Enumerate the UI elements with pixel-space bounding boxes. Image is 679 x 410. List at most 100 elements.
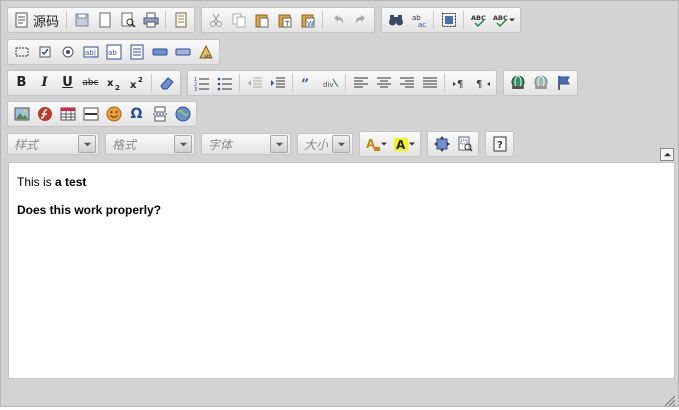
- separator: [322, 11, 324, 29]
- scayt-icon: ABC: [493, 14, 508, 28]
- eraser-icon: [159, 77, 174, 90]
- radio-icon: [62, 46, 73, 58]
- special-char-button[interactable]: Ω: [126, 104, 147, 124]
- checkbox-button[interactable]: [34, 42, 55, 62]
- style-combo-label: 样式: [14, 137, 39, 152]
- resize-handle[interactable]: [663, 391, 676, 407]
- background-color-button[interactable]: A: [391, 134, 417, 154]
- superscript-icon: x2: [130, 76, 143, 91]
- remove-format-button[interactable]: [156, 73, 177, 93]
- strike-button[interactable]: abc: [80, 73, 101, 93]
- svg-text:div: div: [323, 81, 334, 89]
- form-button[interactable]: [11, 42, 32, 62]
- source-button[interactable]: 源码: [11, 10, 62, 30]
- radio-button[interactable]: [57, 42, 78, 62]
- create-div-button[interactable]: div: [320, 73, 341, 93]
- horizontal-rule-icon: [83, 107, 98, 121]
- bold-button[interactable]: B: [11, 73, 32, 93]
- paste-text-button[interactable]: T: [274, 10, 295, 30]
- redo-button[interactable]: [350, 10, 371, 30]
- align-right-button[interactable]: [396, 73, 417, 93]
- superscript-button[interactable]: x2: [126, 73, 147, 93]
- select-button[interactable]: [126, 42, 147, 62]
- image-button[interactable]: [11, 104, 32, 124]
- italic-button[interactable]: I: [34, 73, 55, 93]
- find-button[interactable]: [385, 10, 406, 30]
- underline-button[interactable]: U: [57, 73, 78, 93]
- paste-word-button[interactable]: W: [297, 10, 318, 30]
- source-icon: [15, 12, 28, 28]
- content-paragraph-1: This is a test: [17, 175, 666, 189]
- blockquote-button[interactable]: ”: [297, 73, 318, 93]
- maximize-button[interactable]: [431, 134, 452, 154]
- textarea-button[interactable]: ab: [103, 42, 124, 62]
- flag-icon: [557, 76, 570, 90]
- align-left-button[interactable]: [350, 73, 371, 93]
- chevron-up-icon: [663, 152, 671, 157]
- button-button[interactable]: [149, 42, 170, 62]
- new-page-button[interactable]: [94, 10, 115, 30]
- style-combo[interactable]: 样式: [7, 133, 99, 155]
- copy-button[interactable]: [228, 10, 249, 30]
- smiley-button[interactable]: [103, 104, 124, 124]
- group-colors: A A: [359, 131, 421, 157]
- anchor-button[interactable]: [553, 73, 574, 93]
- copy-icon: [232, 13, 246, 28]
- outdent-button[interactable]: [244, 73, 265, 93]
- unlink-button[interactable]: [530, 73, 551, 93]
- svg-text:¶: ¶: [476, 79, 482, 90]
- svg-text:W: W: [307, 20, 314, 28]
- bulleted-list-button[interactable]: [214, 73, 235, 93]
- toolbar-row-4: Ω: [7, 101, 203, 127]
- numbered-list-button[interactable]: 123: [191, 73, 212, 93]
- horizontal-rule-button[interactable]: [80, 104, 101, 124]
- rtl-icon: ¶: [476, 79, 490, 90]
- rtl-button[interactable]: ¶: [472, 73, 493, 93]
- outdent-icon: [247, 77, 262, 88]
- iframe-button[interactable]: [172, 104, 193, 124]
- toolbar-row-5: 样式 格式 字体 大小 A A ?: [7, 131, 520, 157]
- paste-button[interactable]: [251, 10, 272, 30]
- image-button-button[interactable]: [172, 42, 193, 62]
- show-blocks-button[interactable]: [454, 134, 475, 154]
- separator: [444, 74, 445, 92]
- svg-text:2: 2: [115, 84, 120, 91]
- select-all-button[interactable]: [438, 10, 459, 30]
- preview-button[interactable]: [117, 10, 138, 30]
- page-break-button[interactable]: [149, 104, 170, 124]
- textfield-button[interactable]: ab|: [80, 42, 101, 62]
- text-color-icon: A: [366, 137, 380, 151]
- bulleted-list-icon: [217, 77, 232, 91]
- replace-button[interactable]: ab ac: [408, 10, 429, 30]
- align-center-icon: [376, 77, 391, 88]
- table-button[interactable]: [57, 104, 78, 124]
- templates-button[interactable]: [170, 10, 191, 30]
- save-button[interactable]: [71, 10, 92, 30]
- subscript-button[interactable]: x2: [103, 73, 124, 93]
- link-button[interactable]: [507, 73, 528, 93]
- justify-button[interactable]: [419, 73, 440, 93]
- size-combo[interactable]: 大小: [297, 133, 353, 155]
- spellcheck-button[interactable]: ABC: [468, 10, 489, 30]
- numbered-list-icon: 123: [194, 77, 209, 91]
- scayt-button[interactable]: ABC: [491, 10, 517, 30]
- cut-button[interactable]: [205, 10, 226, 30]
- align-center-button[interactable]: [373, 73, 394, 93]
- about-button[interactable]: ?: [489, 134, 510, 154]
- svg-text:A: A: [396, 138, 406, 152]
- editor-content-area[interactable]: This is a test Does this work properly?: [8, 162, 675, 379]
- flash-button[interactable]: [34, 104, 55, 124]
- undo-button[interactable]: [327, 10, 348, 30]
- format-combo[interactable]: 格式: [105, 133, 195, 155]
- indent-button[interactable]: [267, 73, 288, 93]
- strike-icon: abc: [82, 78, 99, 88]
- chevron-down-icon: [270, 135, 288, 153]
- content-line1-prefix: This is: [17, 175, 56, 189]
- font-combo[interactable]: 字体: [201, 133, 291, 155]
- collapse-toolbar-button[interactable]: [660, 148, 674, 161]
- hidden-field-button[interactable]: ab: [195, 42, 216, 62]
- print-button[interactable]: [140, 10, 161, 30]
- ltr-icon: ¶: [452, 79, 463, 90]
- text-color-button[interactable]: A: [363, 134, 389, 154]
- ltr-button[interactable]: ¶: [449, 73, 470, 93]
